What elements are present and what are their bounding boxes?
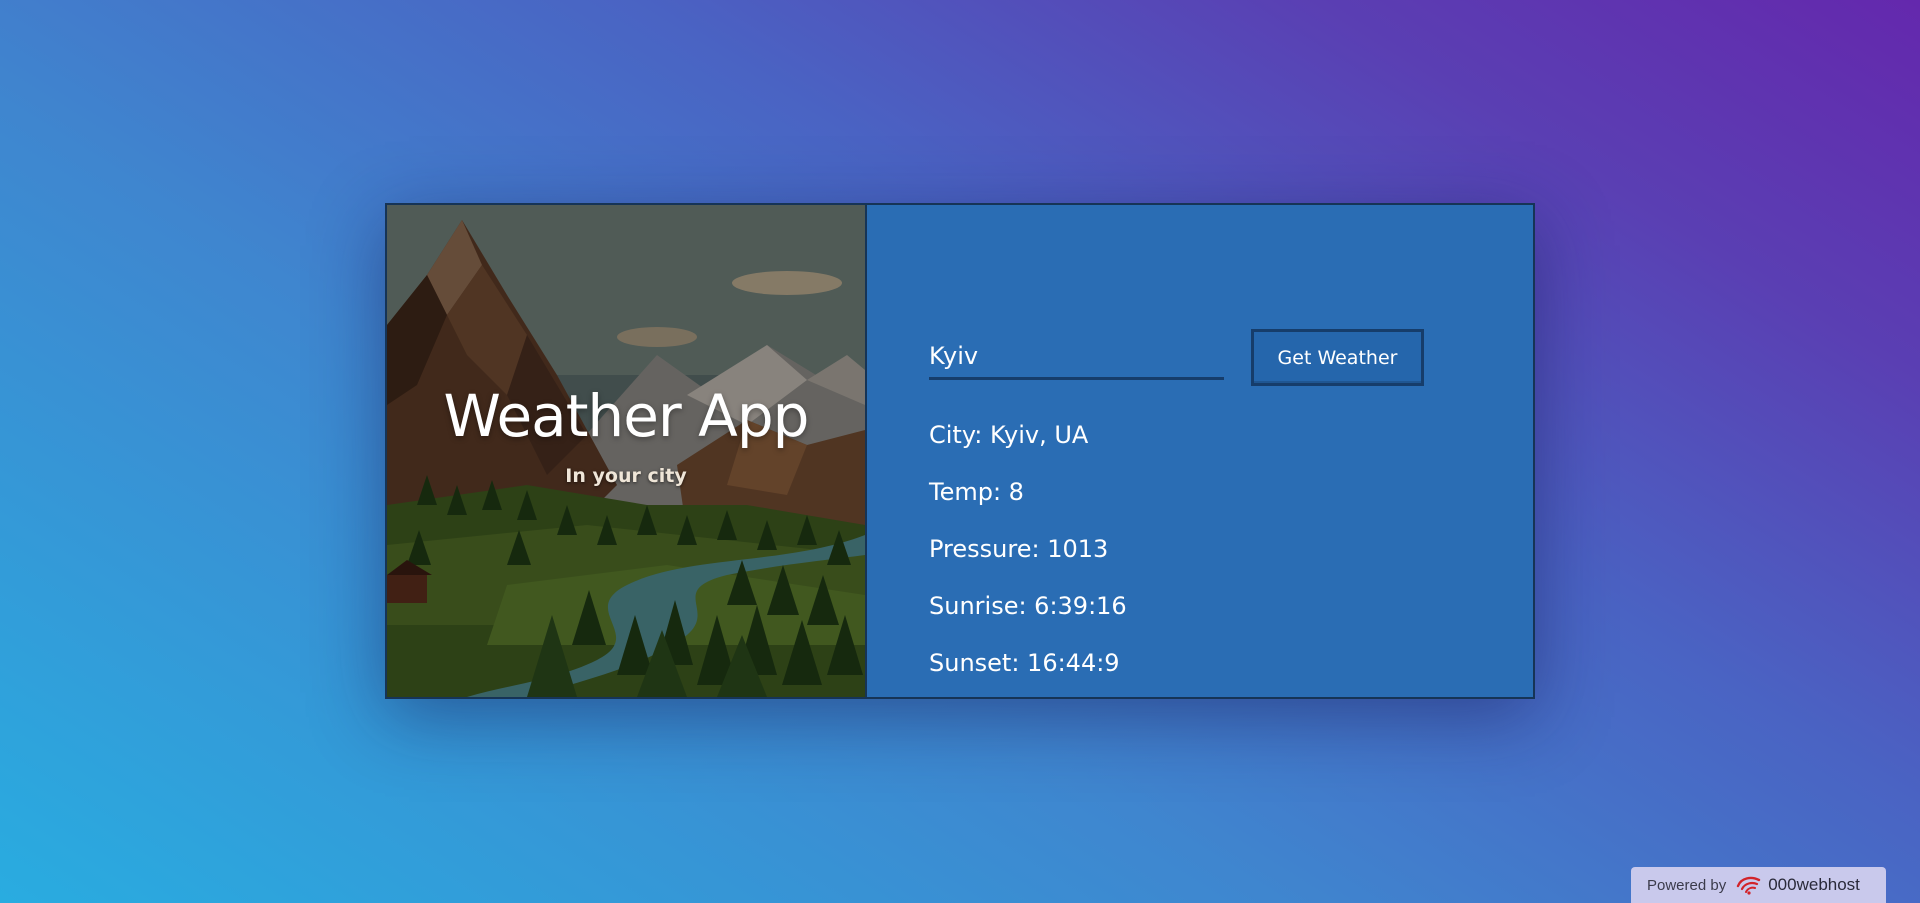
weather-panel: Get Weather City: Kyiv, UA Temp: 8 Press… (867, 205, 1533, 697)
temp-result: Temp: 8 (929, 478, 1024, 506)
app-subtitle: In your city (565, 465, 687, 487)
app-title: Weather App (443, 382, 810, 450)
powered-by-badge[interactable]: Powered by 000webhost (1631, 867, 1886, 903)
000webhost-logo-icon (1737, 876, 1761, 895)
powered-by-label: Powered by (1647, 876, 1727, 894)
city-input[interactable] (929, 335, 1224, 380)
hero-panel: Weather App In your city (387, 205, 867, 697)
sunset-result: Sunset: 16:44:9 (929, 649, 1120, 677)
get-weather-button[interactable]: Get Weather (1251, 329, 1424, 386)
pressure-result: Pressure: 1013 (929, 535, 1109, 563)
brand-name: 000webhost (1768, 875, 1860, 894)
weather-results: City: Kyiv, UA Temp: 8 Pressure: 1013 Su… (929, 423, 1127, 708)
city-result: City: Kyiv, UA (929, 421, 1089, 449)
hero-text: Weather App In your city (387, 387, 865, 487)
search-form: Get Weather (929, 329, 1424, 386)
sunrise-result: Sunrise: 6:39:16 (929, 592, 1127, 620)
weather-card: Weather App In your city Get Weather Cit… (385, 203, 1535, 699)
